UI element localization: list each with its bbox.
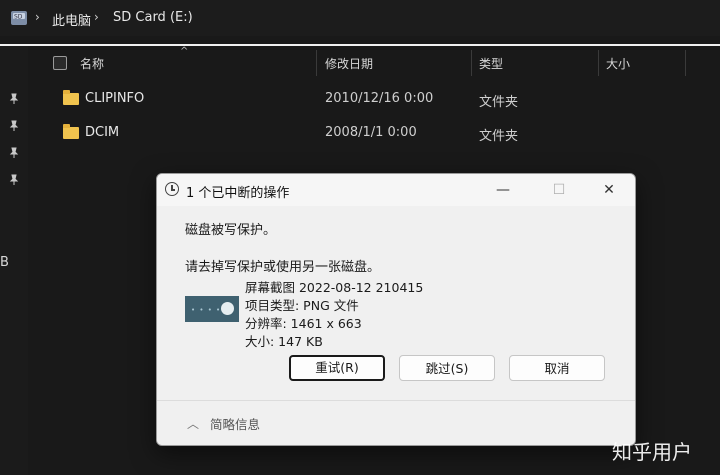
column-type[interactable]: 类型 [479, 55, 503, 72]
file-info-size: 大小: 147 KB [245, 334, 323, 349]
interrupted-operation-dialog: 1 个已中断的操作 — ☐ ✕ 磁盘被写保护。 请去掉写保护或使用另一张磁盘。 … [156, 173, 636, 446]
column-divider[interactable] [598, 50, 599, 76]
column-size[interactable]: 大小 [606, 55, 630, 72]
breadcrumb-separator: › [35, 10, 40, 24]
file-info-type: 项目类型: PNG 文件 [245, 298, 359, 313]
file-name: DCIM [85, 125, 120, 140]
column-divider[interactable] [685, 50, 686, 76]
column-divider[interactable] [471, 50, 472, 76]
close-button[interactable]: ✕ [594, 178, 624, 202]
file-name: CLIPINFO [85, 91, 145, 106]
file-type: 文件夹 [479, 129, 519, 144]
sd-card-drive-icon: SD [11, 11, 27, 25]
column-divider[interactable] [316, 50, 317, 76]
file-type: 文件夹 [479, 95, 519, 110]
skip-button[interactable]: 跳过(S) [399, 355, 495, 381]
navigation-pane: B [0, 46, 28, 475]
error-message: 磁盘被写保护。 [185, 223, 277, 238]
chevron-up-icon[interactable]: ︿ [187, 415, 199, 432]
folder-icon [63, 90, 79, 105]
dialog-titlebar[interactable]: 1 个已中断的操作 — ☐ ✕ [157, 174, 635, 206]
thumbnail-circle-icon [221, 302, 234, 315]
file-row[interactable]: DCIM 2008/1/1 0:00 文件夹 [28, 117, 720, 151]
column-modified[interactable]: 修改日期 [325, 55, 373, 72]
watermark: 知乎用户 [612, 440, 692, 464]
svg-text:SD: SD [14, 14, 23, 21]
column-header: ^ 名称 修改日期 类型 大小 [28, 46, 720, 78]
cancel-button[interactable]: 取消 [509, 355, 605, 381]
breadcrumb-this-pc[interactable]: 此电脑 [52, 10, 91, 29]
file-thumbnail: • • • • • [185, 296, 239, 322]
column-name[interactable]: 名称 [80, 55, 104, 72]
pin-icon[interactable] [8, 174, 20, 186]
pin-icon[interactable] [8, 147, 20, 159]
pin-icon[interactable] [8, 120, 20, 132]
file-date: 2008/1/1 0:00 [325, 125, 417, 140]
select-all-checkbox[interactable] [53, 56, 67, 70]
file-info-name: 屏幕截图 2022-08-12 210415 [245, 280, 424, 295]
file-row[interactable]: CLIPINFO 2010/12/16 0:00 文件夹 [28, 83, 720, 117]
folder-icon [63, 124, 79, 139]
nav-item-partial[interactable]: B [0, 255, 9, 270]
breadcrumb-separator: › [94, 10, 99, 24]
dialog-title: 1 个已中断的操作 [186, 186, 290, 201]
pin-icon[interactable] [8, 93, 20, 105]
file-info-resolution: 分辨率: 1461 x 663 [245, 316, 362, 331]
minimize-button[interactable]: — [488, 178, 518, 202]
maximize-button[interactable]: ☐ [544, 178, 574, 202]
instruction-message: 请去掉写保护或使用另一张磁盘。 [185, 260, 381, 275]
retry-button[interactable]: 重试(R) [289, 355, 385, 381]
address-bar[interactable]: SD › 此电脑 › SD Card (E:) [0, 0, 720, 36]
breadcrumb-sd-card[interactable]: SD Card (E:) [113, 10, 193, 25]
sort-caret-icon: ^ [180, 46, 189, 57]
dialog-footer: ︿ 简略信息 [157, 400, 635, 445]
file-date: 2010/12/16 0:00 [325, 91, 434, 106]
clock-icon [165, 182, 179, 196]
fewer-details-toggle[interactable]: 简略信息 [210, 414, 260, 433]
